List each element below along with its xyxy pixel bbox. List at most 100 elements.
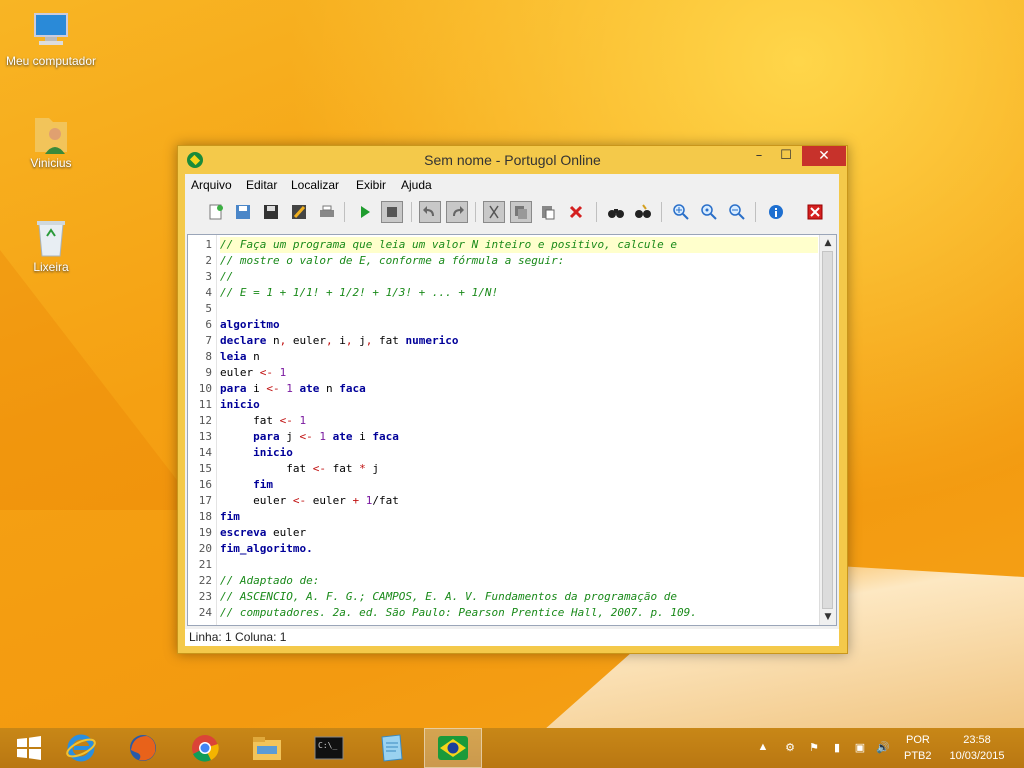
save-icon[interactable]	[232, 201, 254, 223]
paste-icon[interactable]	[537, 201, 559, 223]
code-line[interactable]: fat <- fat * j	[220, 461, 818, 477]
command-prompt-icon[interactable]: C:\_	[300, 728, 358, 768]
code-line[interactable]: fim_algoritmo.	[220, 541, 818, 557]
line-number: 23	[198, 590, 212, 603]
code-line[interactable]: // Faça um programa que leia um valor N …	[220, 237, 818, 253]
language-code: POR	[906, 734, 930, 746]
internet-explorer-icon[interactable]	[52, 728, 110, 768]
system-tray: ▲ ⚙ ⚑ ▮ ▣ 🔊	[756, 728, 896, 768]
edit-icon[interactable]	[288, 201, 310, 223]
code-line[interactable]: euler <- euler + 1/fat	[220, 493, 818, 509]
code-line[interactable]: inicio	[220, 397, 818, 413]
toolbar-separator	[475, 202, 476, 222]
code-line[interactable]: //	[220, 269, 818, 285]
line-number: 8	[205, 350, 212, 363]
line-number: 5	[205, 302, 212, 315]
delete-icon[interactable]	[565, 201, 587, 223]
close-button[interactable]: ✕	[802, 146, 846, 166]
code-line[interactable]	[220, 301, 818, 317]
line-number: 1	[205, 238, 212, 251]
code-line[interactable]: fat <- 1	[220, 413, 818, 429]
menu-arquivo[interactable]: Arquivo	[191, 178, 232, 192]
zoom-in-icon[interactable]	[670, 201, 692, 223]
code-line[interactable]: // ASCENCIO, A. F. G.; CAMPOS, E. A. V. …	[220, 589, 818, 605]
code-line[interactable]: para i <- 1 ate n faca	[220, 381, 818, 397]
code-line[interactable]: declare n, euler, i, j, fat numerico	[220, 333, 818, 349]
exit-icon[interactable]	[804, 201, 826, 223]
code-line[interactable]: fim	[220, 477, 818, 493]
minimize-button[interactable]: –	[747, 146, 771, 166]
line-number: 12	[198, 414, 212, 427]
line-number: 18	[198, 510, 212, 523]
toolbar-separator	[755, 202, 756, 222]
code-editor[interactable]: 1 // Faça um programa que leia um valor N…	[187, 234, 837, 626]
line-number: 15	[198, 462, 212, 475]
scroll-thumb[interactable]	[822, 251, 833, 609]
wallpaper-shape	[0, 250, 200, 510]
code-line[interactable]: leia n	[220, 349, 818, 365]
code-line[interactable]: // Adaptado de:	[220, 573, 818, 589]
copy-icon[interactable]	[510, 201, 532, 223]
flag-icon[interactable]: ⚑	[807, 741, 821, 755]
new-file-icon[interactable]	[205, 201, 227, 223]
windows-start-icon[interactable]	[0, 728, 58, 768]
line-number: 11	[198, 398, 212, 411]
code-line[interactable]: escreva euler	[220, 525, 818, 541]
line-number: 17	[198, 494, 212, 507]
replace-icon[interactable]	[632, 201, 654, 223]
menu-ajuda[interactable]: Ajuda	[401, 178, 432, 192]
title-bar[interactable]: Sem nome - Portugol Online – ☐ ✕	[178, 146, 847, 174]
cut-icon[interactable]	[483, 201, 505, 223]
undo-icon[interactable]	[419, 201, 441, 223]
stop-icon[interactable]	[381, 201, 403, 223]
menu-localizar[interactable]: Localizar	[291, 178, 339, 192]
redo-icon[interactable]	[446, 201, 468, 223]
scroll-down-icon[interactable]: ▼	[820, 609, 836, 625]
line-number: 16	[198, 478, 212, 491]
svg-text:C:\_: C:\_	[318, 741, 337, 750]
code-line[interactable]: algoritmo	[220, 317, 818, 333]
code-line[interactable]: // E = 1 + 1/1! + 1/2! + 1/3! + ... + 1/…	[220, 285, 818, 301]
line-number: 3	[205, 270, 212, 283]
desktop-icon-user-folder[interactable]: Vinicius	[3, 112, 99, 170]
keyboard-layout: PTB2	[904, 750, 932, 762]
notepad-icon[interactable]	[362, 728, 420, 768]
line-number: 20	[198, 542, 212, 555]
code-line[interactable]: // computadores. 2a. ed. São Paulo: Pear…	[220, 605, 818, 621]
save-all-icon[interactable]	[260, 201, 282, 223]
code-line[interactable]	[220, 557, 818, 573]
code-line[interactable]: // mostre o valor de E, conforme a fórmu…	[220, 253, 818, 269]
chrome-icon[interactable]	[176, 728, 234, 768]
scroll-up-icon[interactable]: ▲	[820, 235, 836, 251]
action-center-icon[interactable]: ⚙	[783, 741, 797, 755]
code-line[interactable]: fim	[220, 509, 818, 525]
volume-icon[interactable]: 🔊	[876, 741, 890, 755]
line-number: 22	[198, 574, 212, 587]
power-icon[interactable]: ▮	[830, 741, 844, 755]
clock[interactable]: 23:58 10/03/2015	[946, 728, 1008, 768]
portugol-icon[interactable]	[424, 728, 482, 768]
line-number: 7	[205, 334, 212, 347]
desktop-icon-recycle-bin[interactable]: Lixeira	[3, 216, 99, 274]
print-icon[interactable]	[316, 201, 338, 223]
code-line[interactable]: euler <- 1	[220, 365, 818, 381]
run-icon[interactable]	[354, 201, 376, 223]
vertical-scrollbar[interactable]: ▲ ▼	[819, 235, 836, 625]
desktop-icon-computer[interactable]: Meu computador	[3, 10, 99, 68]
info-icon[interactable]	[765, 201, 787, 223]
code-line[interactable]: para j <- 1 ate i faca	[220, 429, 818, 445]
network-icon[interactable]: ▣	[853, 741, 867, 755]
clock-time: 23:58	[963, 734, 991, 746]
file-explorer-icon[interactable]	[238, 728, 296, 768]
menu-editar[interactable]: Editar	[246, 178, 277, 192]
show-hidden-icons-icon[interactable]: ▲	[756, 741, 770, 755]
firefox-icon[interactable]	[114, 728, 172, 768]
menu-exibir[interactable]: Exibir	[356, 178, 386, 192]
language-indicator[interactable]: POR PTB2	[904, 728, 934, 768]
maximize-button[interactable]: ☐	[774, 146, 798, 166]
line-number: 13	[198, 430, 212, 443]
find-icon[interactable]	[605, 201, 627, 223]
zoom-reset-icon[interactable]	[698, 201, 720, 223]
zoom-out-icon[interactable]	[726, 201, 748, 223]
code-line[interactable]: inicio	[220, 445, 818, 461]
